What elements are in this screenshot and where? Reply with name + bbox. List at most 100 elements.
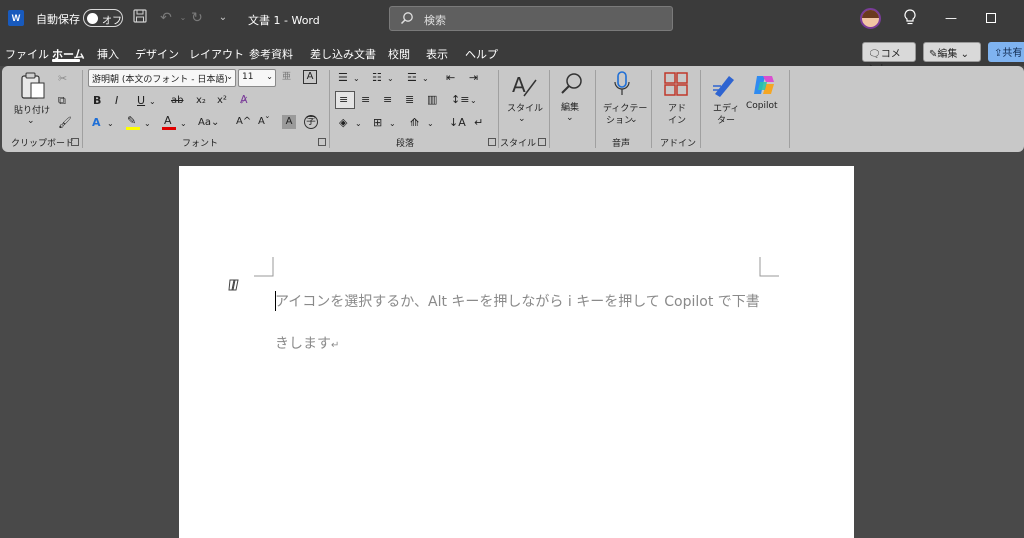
divider xyxy=(789,70,790,148)
autosave-toggle[interactable]: オフ xyxy=(83,9,123,27)
chevron-down-icon: ⌄ xyxy=(27,116,35,126)
bold-icon[interactable]: B xyxy=(93,94,101,108)
microphone-icon xyxy=(614,71,630,95)
edit-mode-button[interactable]: ✎編集 ⌄ xyxy=(923,42,981,62)
clear-formatting-icon[interactable]: A̷ xyxy=(240,93,248,107)
underline-icon[interactable]: U xyxy=(137,94,145,108)
subscript-icon[interactable]: x₂ xyxy=(196,94,206,108)
tab-layout[interactable]: レイアウト xyxy=(189,46,244,62)
chevron-down-icon[interactable]: ⌄ xyxy=(470,94,477,108)
chevron-down-icon[interactable]: ⌄ xyxy=(180,117,187,131)
chevron-down-icon[interactable]: ⌄ xyxy=(355,117,362,131)
tab-file[interactable]: ファイル xyxy=(5,46,49,62)
save-icon[interactable] xyxy=(131,9,149,27)
align-left-button[interactable]: ≡ xyxy=(335,91,355,109)
clipboard-group-label: クリップボード xyxy=(11,139,75,149)
superscript-icon[interactable]: x² xyxy=(217,94,227,108)
copilot-icon xyxy=(754,76,774,94)
paragraph-launcher-icon[interactable] xyxy=(488,138,496,146)
chevron-down-icon[interactable]: ⌄ xyxy=(427,117,434,131)
highlight-color-swatch xyxy=(126,127,140,130)
grow-font-icon[interactable]: 亜 xyxy=(282,70,291,84)
italic-icon[interactable]: I xyxy=(115,94,118,108)
chevron-down-icon[interactable]: ⌄ xyxy=(422,72,429,86)
clipboard-launcher-icon[interactable] xyxy=(71,138,79,146)
shading-icon[interactable]: ◈ xyxy=(339,116,347,130)
divider xyxy=(651,70,652,148)
copilot-label: Copilot xyxy=(746,101,778,111)
tab-view[interactable]: 表示 xyxy=(426,46,448,62)
autosave-label: 自動保存 xyxy=(36,13,80,26)
tab-mailings[interactable]: 差し込み文書 xyxy=(310,46,376,62)
lightbulb-icon[interactable] xyxy=(902,9,918,27)
format-painter-icon[interactable]: 🖌 xyxy=(58,116,72,130)
redo-icon[interactable]: ↻ xyxy=(188,9,206,27)
font-name-value: 游明朝 (本文のフォント - 日本語) xyxy=(92,75,228,85)
align-center-icon[interactable]: ≡ xyxy=(361,93,370,107)
undo-icon[interactable]: ↶ xyxy=(157,9,175,27)
maximize-icon[interactable] xyxy=(976,6,1006,30)
font-group-label: フォント xyxy=(182,139,219,149)
crop-mark-top-left xyxy=(254,257,274,277)
bullets-icon[interactable]: ☰ xyxy=(338,71,348,85)
char-shading-icon[interactable]: A xyxy=(282,115,296,129)
search-box[interactable]: 検索 xyxy=(389,6,673,31)
multilevel-list-icon[interactable]: ☲ xyxy=(407,71,417,85)
autosave-state: オフ xyxy=(102,16,122,27)
edit-label: 編集 xyxy=(937,49,958,60)
chevron-down-icon: ⌄ xyxy=(566,113,574,123)
toggle-knob xyxy=(87,13,98,24)
strikethrough-icon[interactable]: ab xyxy=(171,94,183,108)
customize-quick-access-icon[interactable]: ⌄ xyxy=(214,9,232,27)
chevron-down-icon[interactable]: ⌄ xyxy=(107,117,114,131)
enclose-char-icon[interactable]: 字 xyxy=(304,115,318,129)
chevron-down-icon[interactable]: ⌄ xyxy=(389,117,396,131)
search-icon xyxy=(400,12,413,25)
tab-help[interactable]: ヘルプ xyxy=(465,46,498,62)
minimize-icon[interactable]: — xyxy=(936,6,966,30)
tab-review[interactable]: 校閲 xyxy=(388,46,410,62)
increase-indent-icon[interactable]: ⇥ xyxy=(469,71,478,85)
tab-references[interactable]: 参考資料 xyxy=(249,46,293,62)
addins-icon xyxy=(664,72,688,96)
grow-font-size-icon[interactable]: A^ xyxy=(236,115,251,129)
divider xyxy=(549,70,550,148)
numbering-icon[interactable]: ☷ xyxy=(372,71,382,85)
font-name-select[interactable]: 游明朝 (本文のフォント - 日本語) ⌄ xyxy=(88,69,236,87)
shrink-font-size-icon[interactable]: Aˇ xyxy=(258,115,270,129)
styles-group-label: スタイル xyxy=(500,139,537,149)
chevron-down-icon[interactable]: ⌄ xyxy=(353,72,360,86)
char-border-icon[interactable]: A xyxy=(303,70,317,84)
avatar[interactable] xyxy=(860,8,881,29)
share-button[interactable]: ⇪共有 xyxy=(988,42,1024,62)
justify-icon[interactable]: ≣ xyxy=(405,93,414,107)
decrease-indent-icon[interactable]: ⇤ xyxy=(446,71,455,85)
paragraph-mark: ↵ xyxy=(331,340,340,351)
chevron-down-icon[interactable]: ⌄ xyxy=(149,95,156,109)
change-case-icon[interactable]: Aa⌄ xyxy=(198,116,219,130)
cut-icon[interactable]: ✂ xyxy=(58,72,67,86)
borders-icon[interactable]: ⊞ xyxy=(373,116,382,130)
asian-layout-icon[interactable]: ⟰ xyxy=(410,116,419,130)
font-launcher-icon[interactable] xyxy=(318,138,326,146)
show-marks-icon[interactable]: ↵ xyxy=(474,116,483,130)
sort-icon[interactable]: ↓A xyxy=(449,116,466,130)
copy-icon[interactable]: ⧉ xyxy=(58,94,66,108)
crop-mark-top-right xyxy=(759,257,779,277)
chevron-down-icon[interactable]: ⌄ xyxy=(144,117,151,131)
align-right-icon[interactable]: ≡ xyxy=(383,93,392,107)
text-effects-icon[interactable]: A xyxy=(92,116,101,130)
distributed-icon[interactable]: ▥ xyxy=(427,93,437,107)
editor-label-line2: ター xyxy=(717,116,736,126)
chevron-down-icon[interactable]: ⌄ xyxy=(387,72,394,86)
line-spacing-icon[interactable]: ↕≡ xyxy=(451,93,469,107)
copilot-margin-icon[interactable] xyxy=(227,278,241,292)
tab-insert[interactable]: 挿入 xyxy=(97,46,119,62)
editor-icon xyxy=(713,76,734,97)
comment-button[interactable]: 🗨コメント xyxy=(862,42,916,75)
font-color-swatch xyxy=(162,127,176,130)
active-tab-indicator xyxy=(52,59,80,62)
font-size-select[interactable]: 11 ⌄ xyxy=(238,69,276,87)
tab-design[interactable]: デザイン xyxy=(135,46,179,62)
styles-launcher-icon[interactable] xyxy=(538,138,546,146)
